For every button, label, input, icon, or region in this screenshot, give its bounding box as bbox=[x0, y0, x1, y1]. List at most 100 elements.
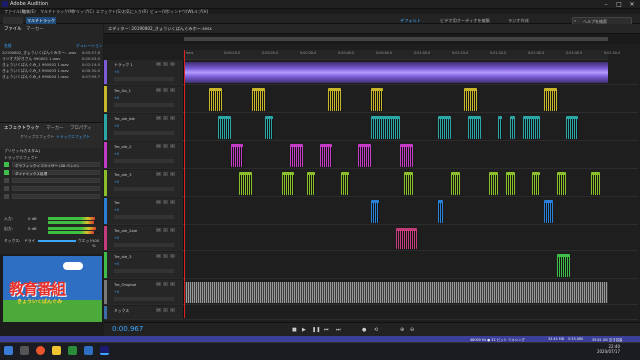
maximize-button[interactable]: □ bbox=[613, 0, 625, 9]
audio-clip[interactable] bbox=[544, 200, 553, 223]
arm-record-button[interactable]: R bbox=[170, 62, 175, 66]
track-io-select[interactable] bbox=[114, 77, 174, 81]
track-io-select[interactable] bbox=[114, 103, 174, 107]
mute-button[interactable]: M bbox=[156, 200, 161, 204]
solo-button[interactable]: S bbox=[163, 144, 168, 148]
mute-button[interactable]: M bbox=[156, 88, 161, 92]
audio-clip[interactable] bbox=[438, 200, 443, 223]
menu-item[interactable]: マルチトラック(M) bbox=[40, 9, 75, 15]
arm-record-button[interactable]: R bbox=[170, 88, 175, 92]
tab-clip-effects[interactable]: クリップエフェクト bbox=[20, 134, 54, 140]
track-volume[interactable]: +0 bbox=[114, 124, 119, 128]
audio-clip[interactable] bbox=[328, 88, 341, 111]
tab-markers-2[interactable]: マーカー bbox=[46, 125, 64, 131]
track-name[interactable]: Tre_ale_2 bbox=[114, 144, 132, 149]
audio-clip[interactable] bbox=[230, 144, 244, 167]
play-button[interactable]: ▶ bbox=[302, 327, 306, 333]
track-name[interactable]: Tre_Go_1 bbox=[114, 88, 131, 93]
mute-button[interactable]: M bbox=[156, 254, 161, 258]
arm-record-button[interactable]: R bbox=[170, 172, 175, 176]
time-ruler[interactable]: hms 0:00:10.0 0:00:20.0 0:00:30.0 0:00:40.0 0… bbox=[184, 50, 620, 60]
audio-clip[interactable] bbox=[209, 88, 223, 111]
audio-clip[interactable] bbox=[217, 116, 231, 139]
track-name[interactable]: トラック 1 bbox=[114, 62, 133, 68]
audio-clip[interactable] bbox=[510, 116, 515, 139]
power-icon[interactable] bbox=[4, 178, 9, 183]
file-row[interactable]: きょういくばんぐみ_4 990004 1.wav 0:07:59.7 bbox=[2, 74, 102, 80]
audio-clip[interactable] bbox=[438, 116, 452, 139]
tab-effects-rack[interactable]: エフェクトラック bbox=[4, 125, 39, 131]
arm-record-button[interactable]: R bbox=[170, 308, 175, 312]
track-header[interactable]: Tre_ale_2 M S R +0 bbox=[104, 142, 184, 168]
track-name[interactable]: Tre_ale_3 bbox=[114, 254, 132, 259]
mute-button[interactable]: M bbox=[156, 228, 161, 232]
mute-button[interactable]: M bbox=[156, 116, 161, 120]
track-header[interactable]: Tre_ale_ble M S R +0 bbox=[104, 114, 184, 140]
solo-button[interactable]: S bbox=[163, 200, 168, 204]
tab-files[interactable]: ファイル bbox=[4, 26, 22, 32]
loop-button[interactable]: ⟲ bbox=[374, 327, 378, 333]
track-header[interactable]: Tre_Go_1 M S R +0 bbox=[104, 86, 184, 112]
track-io-select[interactable] bbox=[114, 159, 174, 163]
input-db[interactable]: 0 dB bbox=[28, 216, 37, 221]
track-volume[interactable]: +0 bbox=[114, 262, 119, 266]
track-volume[interactable]: +0 bbox=[114, 208, 119, 212]
effect-slot[interactable]: グラフィックイコライザー (30 バンド) bbox=[12, 162, 100, 168]
audio-clip[interactable] bbox=[544, 88, 558, 111]
fast-forward-button[interactable]: ⏭ bbox=[336, 327, 341, 333]
audio-clip[interactable] bbox=[396, 228, 418, 249]
audio-clip[interactable] bbox=[523, 116, 541, 139]
audio-clip[interactable] bbox=[468, 116, 481, 139]
solo-button[interactable]: S bbox=[163, 308, 168, 312]
store-icon[interactable] bbox=[68, 346, 77, 355]
audio-clip[interactable] bbox=[319, 144, 333, 167]
mute-button[interactable]: M bbox=[156, 172, 161, 176]
audio-clip[interactable] bbox=[357, 144, 371, 167]
search-taskbar-icon[interactable] bbox=[20, 346, 29, 355]
stop-button[interactable]: ■ bbox=[292, 327, 297, 333]
audio-clip[interactable] bbox=[184, 62, 608, 83]
tab-properties[interactable]: プロパティ bbox=[70, 125, 92, 131]
audio-clip[interactable] bbox=[557, 172, 566, 195]
explorer-icon[interactable] bbox=[52, 346, 61, 355]
minimize-button[interactable]: – bbox=[600, 0, 612, 9]
mute-button[interactable]: M bbox=[156, 308, 161, 312]
menu-item[interactable]: クリップ(C) bbox=[72, 9, 94, 15]
track-volume[interactable]: +0 bbox=[114, 180, 119, 184]
arm-record-button[interactable]: R bbox=[170, 228, 175, 232]
zoom-navigator[interactable] bbox=[104, 34, 640, 44]
audition-taskbar-icon[interactable] bbox=[100, 346, 109, 355]
solo-button[interactable]: S bbox=[163, 228, 168, 232]
solo-button[interactable]: S bbox=[163, 282, 168, 286]
audio-clip[interactable] bbox=[451, 172, 460, 195]
audio-clip[interactable] bbox=[290, 144, 303, 167]
preset-select[interactable]: (カスタム) bbox=[22, 148, 40, 154]
track-io-select[interactable] bbox=[114, 131, 174, 135]
track-header[interactable]: Tre M S R +0 bbox=[104, 198, 184, 224]
track-name[interactable]: Tre_ale_2ale bbox=[114, 228, 137, 233]
solo-button[interactable]: S bbox=[163, 116, 168, 120]
pause-button[interactable]: ❚❚ bbox=[312, 327, 320, 333]
playhead[interactable] bbox=[184, 50, 185, 318]
track-volume[interactable]: +0 bbox=[114, 290, 119, 294]
zoom-in-button[interactable]: ⊕ bbox=[400, 327, 404, 333]
track-header[interactable]: トラック 1 M S R +0 bbox=[104, 60, 184, 84]
track-volume[interactable]: +0 bbox=[114, 152, 119, 156]
menu-item[interactable]: エフェクト(S) bbox=[96, 9, 122, 15]
power-icon[interactable] bbox=[4, 162, 9, 167]
track-volume[interactable]: +0 bbox=[114, 70, 119, 74]
audio-clip[interactable] bbox=[281, 172, 295, 195]
track-header[interactable]: Tre_ale_2ale M S R +0 bbox=[104, 226, 184, 250]
solo-button[interactable]: S bbox=[163, 62, 168, 66]
windows-start-icon[interactable] bbox=[4, 346, 13, 355]
audio-clip[interactable] bbox=[463, 88, 477, 111]
track-header[interactable]: ミックス M S R bbox=[104, 306, 184, 319]
zoom-navigator-bar[interactable] bbox=[184, 37, 608, 41]
track-io-select[interactable] bbox=[114, 297, 174, 301]
firefox-icon[interactable] bbox=[36, 346, 45, 355]
mute-button[interactable]: M bbox=[156, 282, 161, 286]
mail-icon[interactable] bbox=[84, 346, 93, 355]
audio-clip[interactable] bbox=[557, 254, 570, 277]
effect-slot[interactable] bbox=[12, 186, 100, 191]
tab-track-effects[interactable]: トラックエフェクト bbox=[56, 134, 90, 140]
